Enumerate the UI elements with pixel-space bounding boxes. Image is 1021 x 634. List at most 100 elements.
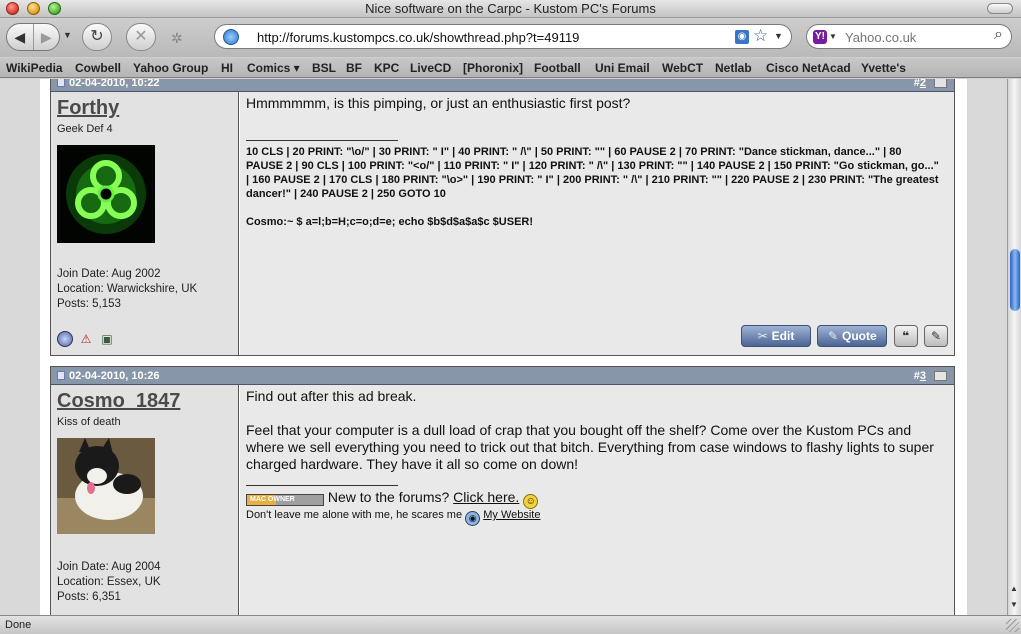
resize-grip-icon[interactable] — [1006, 619, 1019, 632]
mac-owner-badge: MAC OWNER — [246, 494, 324, 506]
post-number: 3 — [919, 370, 926, 382]
bookmark-star-icon[interactable]: ☆ — [753, 26, 768, 46]
post-date: 02-04-2010, 10:22 — [69, 79, 160, 89]
bookmark-cowbell[interactable]: Cowbell — [75, 61, 121, 75]
bookmark-hi[interactable]: HI — [221, 61, 233, 75]
bookmark-bf[interactable]: BF — [346, 61, 362, 75]
avatar[interactable] — [57, 438, 155, 534]
address-bar[interactable]: http://forums.kustompcs.co.uk/showthread… — [214, 24, 792, 49]
vertical-scrollbar[interactable]: ▲ ▼ — [1007, 79, 1021, 615]
reload-button[interactable]: ↻ — [82, 23, 112, 51]
post-doc-icon — [57, 371, 65, 380]
join-date: Join Date: Aug 2002 — [57, 268, 161, 280]
search-box[interactable]: Y! ▼ ⌕ — [806, 24, 1012, 49]
username-link[interactable]: Cosmo_1847 — [57, 390, 180, 413]
scared-face-icon: ◉ — [465, 511, 481, 526]
user-location: Location: Warwickshire, UK — [57, 283, 198, 295]
forum-post: 02-04-2010, 10:22 #2 Forthy Geek Def 4 J… — [50, 79, 955, 356]
user-icons: ⚠ ▣ — [57, 331, 120, 347]
engine-dropdown-icon[interactable]: ▼ — [829, 32, 837, 41]
yahoo-engine-icon[interactable]: Y! — [813, 30, 827, 44]
bookmark-webct[interactable]: WebCT — [662, 61, 703, 75]
bookmark-bsl[interactable]: BSL — [312, 61, 336, 75]
scroll-up-arrow-icon[interactable]: ▲ — [1010, 584, 1018, 593]
user-info: Join Date: Aug 2002 Location: Warwickshi… — [57, 267, 197, 312]
back-forward-group: ◀ ▶ — [6, 23, 60, 51]
gear-icon[interactable]: ✲ — [171, 30, 183, 47]
status-text: Done — [5, 619, 32, 631]
post-date: 02-04-2010, 10:26 — [69, 370, 160, 382]
edit-icon: ✂ — [757, 329, 768, 343]
history-dropdown-icon[interactable]: ▼ — [63, 30, 72, 40]
report-post-icon[interactable]: ⚠ — [78, 331, 94, 347]
quote-button[interactable]: ✎ Quote — [817, 325, 888, 347]
url-history-dropdown-icon[interactable]: ▼ — [774, 31, 783, 41]
quote-label: Quote — [842, 329, 877, 343]
multiquote-checkbox[interactable] — [934, 79, 947, 88]
bookmark-yvettes[interactable]: Yvette's — [861, 61, 906, 75]
bookmark-phoronix[interactable]: [Phoronix] — [463, 61, 523, 75]
stop-button[interactable]: ✕ — [126, 23, 156, 51]
avatar[interactable] — [57, 145, 155, 243]
post-body: Find out after this ad break. Feel that … — [240, 385, 954, 615]
online-status-icon — [57, 331, 73, 347]
multiquote-button[interactable]: ❝ — [893, 325, 918, 347]
forward-icon[interactable]: ▶ — [34, 24, 60, 50]
edit-button[interactable]: ✂ Edit — [740, 325, 811, 347]
post-number-link[interactable]: #3 — [914, 370, 926, 382]
bookmark-kpc[interactable]: KPC — [374, 61, 399, 75]
signature-text: New to the forums? — [327, 489, 450, 505]
search-icon[interactable]: ⌕ — [994, 26, 1003, 44]
signature-small-line: Don't leave me alone with me, he scares … — [246, 509, 540, 526]
my-website-link[interactable]: My Website — [483, 509, 540, 521]
search-input[interactable] — [845, 29, 985, 45]
post-message-intro: Find out after this ad break. — [246, 388, 417, 404]
bookmark-uni-email[interactable]: Uni Email — [595, 61, 650, 75]
quick-reply-button[interactable]: ✎ — [924, 325, 948, 347]
page-viewport: 02-04-2010, 10:22 #2 Forthy Geek Def 4 J… — [0, 79, 1007, 615]
post-doc-icon — [57, 79, 65, 87]
site-favicon-icon — [223, 29, 239, 45]
multiquote-icon: ❝ — [902, 329, 910, 343]
username-link[interactable]: Forthy — [57, 97, 119, 120]
post-count: Posts: 6,351 — [57, 591, 121, 603]
rss-feed-icon[interactable]: ◉ — [735, 30, 749, 44]
signature-code: 10 CLS | 20 PRINT: "\o/" | 30 PRINT: " I… — [246, 146, 939, 200]
edit-label: Edit — [771, 329, 795, 343]
multiquote-checkbox[interactable] — [934, 371, 947, 381]
user-sidebar: Cosmo_1847 Kiss of death Join Date: Aug … — [51, 385, 239, 615]
bookmark-cisco-netacad[interactable]: Cisco NetAcad — [766, 61, 851, 75]
smiley-icon: ☺ — [523, 494, 539, 509]
forum-post: 02-04-2010, 10:26 #3 Cosmo_1847 Kiss of … — [50, 366, 955, 615]
url-field[interactable]: http://forums.kustompcs.co.uk/showthread… — [257, 30, 579, 45]
window-title: Nice software on the Carpc - Kustom PC's… — [365, 1, 656, 16]
bookmark-netlab[interactable]: Netlab — [715, 61, 752, 75]
user-sidebar: Forthy Geek Def 4 Join Date: Aug 2002 Lo… — [51, 92, 239, 355]
stop-icon: ✕ — [134, 28, 148, 45]
post-number-link[interactable]: #2 — [914, 79, 926, 89]
bookmark-comics[interactable]: Comics ▾ — [247, 61, 300, 75]
back-icon[interactable]: ◀ — [7, 24, 34, 50]
post-body: Hmmmmmm, is this pimping, or just an ent… — [240, 92, 954, 355]
quote-icon: ✎ — [827, 329, 838, 343]
quick-reply-icon: ✎ — [930, 329, 942, 343]
bookmark-wikipedia[interactable]: WikiPedia — [6, 61, 63, 75]
toolbar-toggle-button[interactable] — [987, 3, 1013, 14]
scrollbar-thumb[interactable] — [1010, 249, 1020, 311]
ip-address-icon[interactable]: ▣ — [99, 331, 115, 347]
signature-divider — [246, 485, 398, 486]
bookmark-livecd[interactable]: LiveCD — [410, 61, 451, 75]
user-title: Kiss of death — [57, 416, 121, 428]
click-here-link[interactable]: Click here. — [453, 489, 519, 505]
post-message: Hmmmmmm, is this pimping, or just an ent… — [246, 95, 631, 111]
forum-thread: 02-04-2010, 10:22 #2 Forthy Geek Def 4 J… — [40, 79, 967, 615]
post-header: 02-04-2010, 10:26 #3 — [51, 367, 954, 385]
signature-shell: Cosmo:~ $ a=l;b=H;c=o;d=e; echo $b$d$a$a… — [246, 216, 534, 228]
bookmark-yahoo-group[interactable]: Yahoo Group — [133, 61, 208, 75]
signature-divider — [246, 140, 398, 141]
post-message-ad: Feel that your computer is a dull load o… — [246, 422, 934, 472]
navigation-toolbar: ◀ ▶ ▼ ↻ ✕ ✲ http://forums.kustompcs.co.u… — [0, 19, 1021, 57]
bookmark-football[interactable]: Football — [534, 61, 581, 75]
window-titlebar: Nice software on the Carpc - Kustom PC's… — [0, 0, 1021, 18]
scroll-down-arrow-icon[interactable]: ▼ — [1010, 600, 1018, 609]
